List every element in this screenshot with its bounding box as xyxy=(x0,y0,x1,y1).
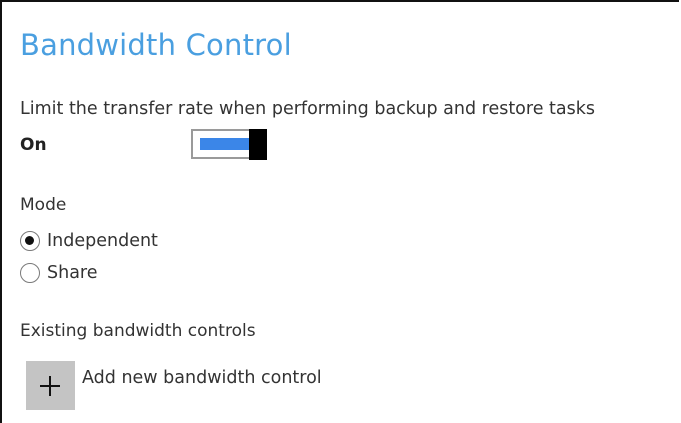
add-bandwidth-control-button[interactable] xyxy=(26,361,75,410)
toggle-track-fill xyxy=(200,138,250,150)
mode-label: Mode xyxy=(20,195,67,215)
toggle-thumb[interactable] xyxy=(249,129,267,160)
page-title: Bandwidth Control xyxy=(20,28,292,62)
bandwidth-limit-toggle[interactable] xyxy=(191,129,267,160)
toggle-state-label: On xyxy=(20,135,47,155)
mode-option-share[interactable]: Share xyxy=(20,260,98,286)
existing-controls-label: Existing bandwidth controls xyxy=(20,321,256,341)
mode-option-independent[interactable]: Independent xyxy=(20,228,158,254)
add-bandwidth-control-label[interactable]: Add new bandwidth control xyxy=(82,368,322,388)
bandwidth-control-panel: Bandwidth Control Limit the transfer rat… xyxy=(0,0,679,423)
mode-option-label: Independent xyxy=(47,231,158,251)
radio-unchecked-icon[interactable] xyxy=(20,263,40,283)
mode-option-label: Share xyxy=(47,263,98,283)
plus-icon xyxy=(49,376,51,396)
section-description: Limit the transfer rate when performing … xyxy=(20,99,595,119)
radio-checked-icon[interactable] xyxy=(20,231,40,251)
